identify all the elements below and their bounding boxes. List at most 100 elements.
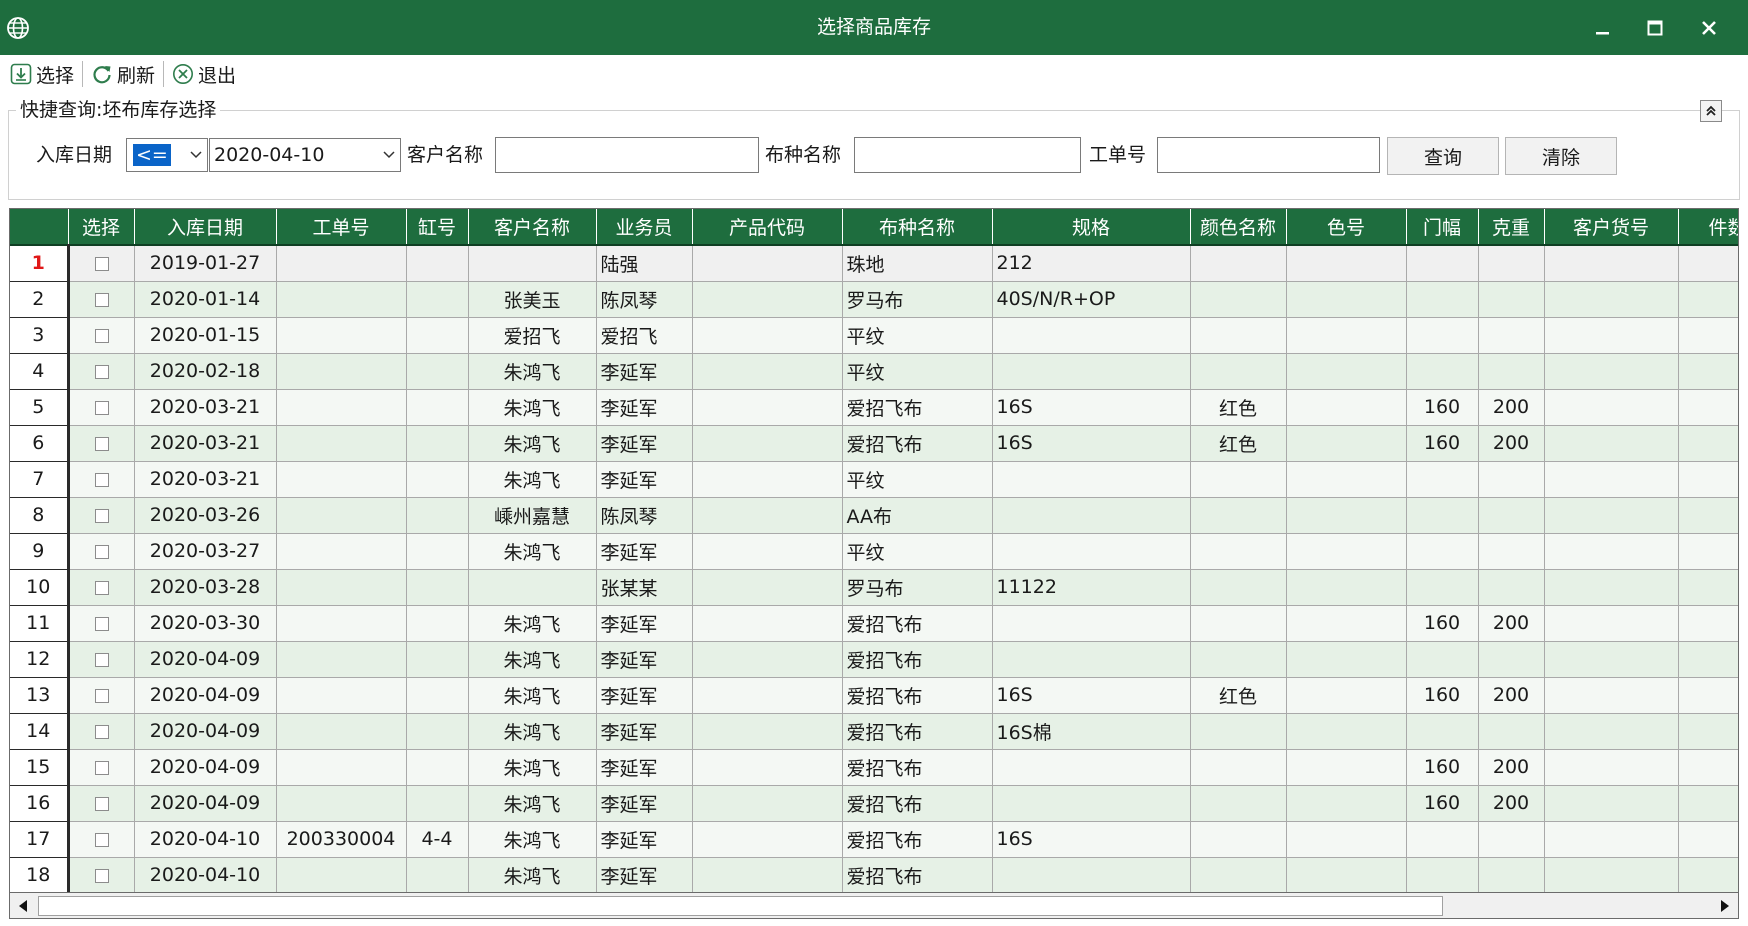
salesman-cell[interactable]: 陆强 — [596, 245, 693, 282]
quantity-cell[interactable]: 1 — [1678, 569, 1738, 606]
select-cell[interactable] — [68, 857, 135, 892]
vat-no-cell[interactable] — [406, 353, 469, 390]
date-cell[interactable]: 2020-04-10 — [134, 821, 277, 858]
scroll-left-button[interactable] — [12, 895, 34, 917]
weight-cell[interactable] — [1478, 317, 1545, 354]
vat-no-cell[interactable] — [406, 425, 469, 462]
width-cell[interactable] — [1406, 533, 1479, 570]
color-cell[interactable] — [1190, 821, 1287, 858]
weight-cell[interactable] — [1478, 569, 1545, 606]
date-cell[interactable]: 2020-04-09 — [134, 749, 277, 786]
weight-cell[interactable]: 200 — [1478, 389, 1545, 426]
fabric-header[interactable]: 布种名称 — [842, 209, 993, 246]
color-no-cell[interactable] — [1286, 533, 1407, 570]
customer-cell[interactable] — [468, 245, 597, 282]
select-cell[interactable] — [68, 605, 135, 642]
color-cell[interactable] — [1190, 281, 1287, 318]
color-cell[interactable] — [1190, 713, 1287, 750]
color-no-header[interactable]: 色号 — [1286, 209, 1407, 246]
product-code-cell[interactable] — [692, 497, 843, 534]
width-cell[interactable] — [1406, 281, 1479, 318]
width-cell[interactable] — [1406, 857, 1479, 892]
date-cell[interactable]: 2020-04-10 — [134, 857, 277, 892]
table-row[interactable]: 9 2020-03-27 朱鸿飞李延军 平纹 8 — [10, 533, 1738, 570]
row-number[interactable]: 2 — [10, 281, 70, 318]
color-cell[interactable] — [1190, 245, 1287, 282]
quantity-header[interactable]: 件数 — [1678, 209, 1738, 246]
order-no-cell[interactable] — [276, 857, 407, 892]
customer-item-no-cell[interactable] — [1544, 713, 1679, 750]
row-number[interactable]: 1 — [10, 245, 70, 282]
fabric-cell[interactable]: 爱招飞布 — [842, 857, 993, 892]
salesman-cell[interactable]: 李延军 — [596, 425, 693, 462]
select-checkbox[interactable] — [94, 508, 109, 523]
date-cell[interactable]: 2020-04-09 — [134, 785, 277, 822]
vat-no-cell[interactable] — [406, 389, 469, 426]
row-number[interactable]: 10 — [10, 569, 70, 606]
quantity-cell[interactable]: 19 — [1678, 245, 1738, 282]
order-no-input[interactable] — [1157, 137, 1380, 173]
table-row[interactable]: 14 2020-04-09 朱鸿飞李延军 爱招飞布16S棉 1 — [10, 713, 1738, 750]
spec-cell[interactable]: 11122 — [992, 569, 1191, 606]
customer-cell[interactable] — [468, 569, 597, 606]
quantity-cell[interactable]: 1 — [1678, 641, 1738, 678]
quantity-cell[interactable]: 5 — [1678, 857, 1738, 892]
minimize-button[interactable] — [1578, 0, 1628, 55]
fabric-cell[interactable]: 爱招飞布 — [842, 713, 993, 750]
product-code-cell[interactable] — [692, 353, 843, 390]
weight-cell[interactable]: 200 — [1478, 677, 1545, 714]
fabric-cell[interactable]: 平纹 — [842, 461, 993, 498]
fabric-cell[interactable]: 爱招飞布 — [842, 605, 993, 642]
table-row[interactable]: 6 2020-03-21 朱鸿飞 李延军 爱招飞布 16S 红色 160 200 — [10, 425, 1738, 462]
select-cell[interactable] — [68, 749, 135, 786]
vat-no-cell[interactable] — [406, 641, 469, 678]
table-row[interactable]: 7 2020-03-21 朱鸿飞 李延军 平纹 — [10, 461, 1738, 498]
customer-cell[interactable]: 朱鸿飞 — [468, 713, 597, 750]
select-cell[interactable] — [68, 641, 135, 678]
product-code-cell[interactable] — [692, 569, 843, 606]
color-no-cell[interactable] — [1286, 749, 1407, 786]
color-cell[interactable] — [1190, 569, 1287, 606]
spec-cell[interactable]: 16S — [992, 389, 1191, 426]
product-code-cell[interactable] — [692, 605, 843, 642]
quantity-cell[interactable]: 1 — [1678, 281, 1738, 318]
width-cell[interactable] — [1406, 497, 1479, 534]
color-no-cell[interactable] — [1286, 497, 1407, 534]
customer-cell[interactable]: 张美玉 — [468, 281, 597, 318]
customer-item-no-cell[interactable] — [1544, 857, 1679, 892]
select-cell[interactable] — [68, 389, 135, 426]
fabric-cell[interactable]: 爱招飞布 — [842, 785, 993, 822]
vat-no-cell[interactable] — [406, 857, 469, 892]
table-row[interactable]: 18 2020-04-10 朱鸿飞李延军 爱招飞布 5 — [10, 857, 1738, 892]
date-cell[interactable]: 2020-03-21 — [134, 425, 277, 462]
customer-cell[interactable]: 嵊州嘉慧 — [468, 497, 597, 534]
customer-header[interactable]: 客户名称 — [468, 209, 597, 246]
weight-cell[interactable] — [1478, 353, 1545, 390]
select-checkbox[interactable] — [94, 400, 109, 415]
customer-cell[interactable]: 朱鸿飞 — [468, 821, 597, 858]
salesman-cell[interactable]: 李延军 — [596, 677, 693, 714]
select-header[interactable]: 选择 — [68, 209, 135, 246]
select-checkbox[interactable] — [94, 436, 109, 451]
select-checkbox[interactable] — [94, 292, 109, 307]
order-no-cell[interactable] — [276, 497, 407, 534]
vat-no-cell[interactable] — [406, 785, 469, 822]
salesman-cell[interactable]: 李延军 — [596, 641, 693, 678]
row-number-header[interactable] — [10, 209, 69, 246]
customer-item-no-cell[interactable] — [1544, 569, 1679, 606]
quantity-cell[interactable]: 1 — [1678, 785, 1738, 822]
customer-item-no-cell[interactable] — [1544, 785, 1679, 822]
spec-cell[interactable]: 16S — [992, 677, 1191, 714]
table-row[interactable]: 10 2020-03-28 张某某 罗马布11122 1 — [10, 569, 1738, 606]
select-cell[interactable] — [68, 677, 135, 714]
width-cell[interactable]: 160 — [1406, 677, 1479, 714]
row-number[interactable]: 14 — [10, 713, 70, 750]
spec-cell[interactable]: 16S棉 — [992, 713, 1191, 750]
scroll-right-button[interactable] — [1714, 895, 1736, 917]
product-code-cell[interactable] — [692, 461, 843, 498]
color-no-cell[interactable] — [1286, 389, 1407, 426]
fabric-cell[interactable]: 珠地 — [842, 245, 993, 282]
order-no-header[interactable]: 工单号 — [276, 209, 407, 246]
select-cell[interactable] — [68, 317, 135, 354]
date-cell[interactable]: 2020-04-09 — [134, 641, 277, 678]
